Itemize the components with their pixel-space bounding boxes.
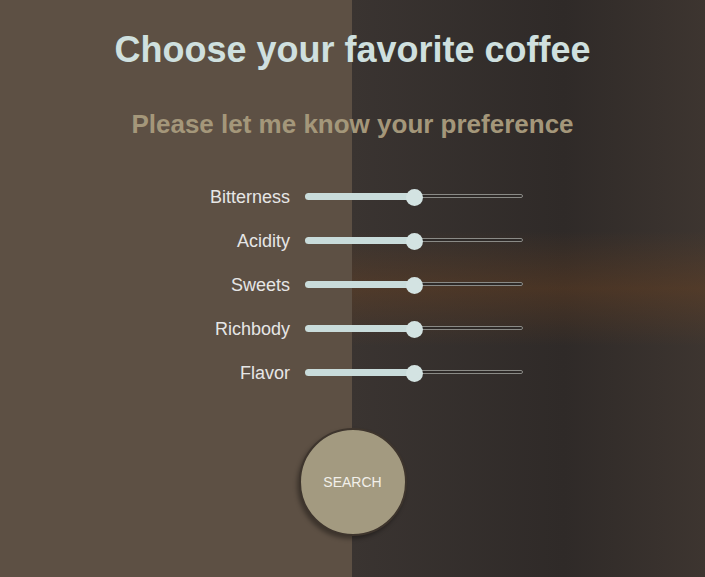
button-area: SEARCH <box>299 428 407 536</box>
slider-row: Bitterness <box>130 184 523 210</box>
preference-form: Choose your favorite coffee Please let me… <box>0 0 705 536</box>
slider-fill <box>305 193 414 200</box>
slider-row: Richbody <box>130 316 523 342</box>
search-button[interactable]: SEARCH <box>299 428 407 536</box>
page-title: Choose your favorite coffee <box>114 28 590 72</box>
coffee-page: Choose your favorite coffee Please let me… <box>0 0 705 577</box>
slider-label: Flavor <box>130 363 290 384</box>
slider-list: Bitterness Acidity Sweets Richbody Flavor <box>130 184 523 386</box>
slider-thumb[interactable] <box>406 233 423 250</box>
slider-row: Acidity <box>130 228 523 254</box>
slider-track[interactable] <box>305 321 523 337</box>
slider-thumb[interactable] <box>406 321 423 338</box>
slider-track[interactable] <box>305 365 523 381</box>
slider-label: Acidity <box>130 231 290 252</box>
slider-row: Sweets <box>130 272 523 298</box>
slider-label: Sweets <box>130 275 290 296</box>
slider-label: Bitterness <box>130 187 290 208</box>
slider-thumb[interactable] <box>406 277 423 294</box>
slider-fill <box>305 237 414 244</box>
slider-fill <box>305 325 414 332</box>
slider-thumb[interactable] <box>406 365 423 382</box>
slider-thumb[interactable] <box>406 189 423 206</box>
slider-track[interactable] <box>305 189 523 205</box>
slider-track[interactable] <box>305 277 523 293</box>
page-subtitle: Please let me know your preference <box>131 108 573 140</box>
slider-track[interactable] <box>305 233 523 249</box>
slider-fill <box>305 281 414 288</box>
slider-fill <box>305 369 414 376</box>
slider-label: Richbody <box>130 319 290 340</box>
slider-row: Flavor <box>130 360 523 386</box>
